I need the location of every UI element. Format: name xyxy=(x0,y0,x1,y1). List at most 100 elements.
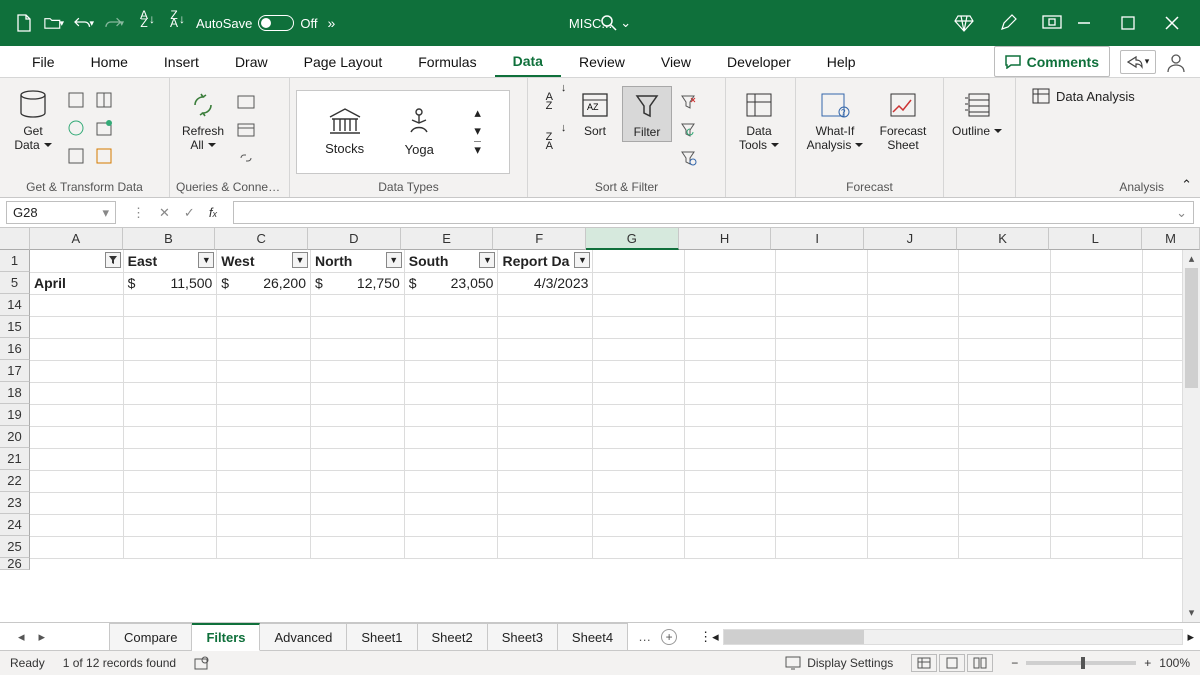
col-header[interactable]: F xyxy=(493,228,586,250)
formula-input[interactable]: ⌄ xyxy=(233,201,1194,224)
data-type-stocks[interactable]: Stocks xyxy=(325,107,364,156)
header-cell[interactable]: Report Da▼ xyxy=(498,250,593,272)
new-file-icon[interactable] xyxy=(14,13,34,33)
undo-icon[interactable]: ▾ xyxy=(74,13,94,33)
tab-formulas[interactable]: Formulas xyxy=(400,46,494,77)
sort-za-icon[interactable]: ZA↓ xyxy=(540,130,564,154)
forecast-sheet-button[interactable]: Forecast Sheet xyxy=(872,86,934,152)
col-header[interactable]: C xyxy=(215,228,308,250)
sheet-next-icon[interactable]: ▸ xyxy=(39,629,46,645)
reapply-icon[interactable] xyxy=(676,118,700,142)
queries-pane-icon[interactable] xyxy=(234,90,258,114)
cell[interactable]: $26,200 xyxy=(217,272,311,294)
header-cell[interactable]: North▼ xyxy=(311,250,405,272)
split-handle-icon[interactable]: ⋮ xyxy=(699,629,712,645)
header-cell[interactable]: East▼ xyxy=(123,250,217,272)
row-header[interactable]: 17 xyxy=(0,360,30,382)
accept-formula-icon[interactable]: ✓ xyxy=(184,205,195,221)
cell[interactable]: $23,050 xyxy=(404,272,498,294)
sheet-tab[interactable]: Filters xyxy=(192,623,260,651)
row-header[interactable]: 25 xyxy=(0,536,30,558)
filter-dropdown-icon[interactable]: ▼ xyxy=(386,252,402,268)
fx-icon[interactable]: fx xyxy=(209,205,217,220)
sheet-tab[interactable]: Advanced xyxy=(260,623,347,650)
cell[interactable]: $12,750 xyxy=(311,272,405,294)
tab-file[interactable]: File xyxy=(14,46,73,77)
restore-icon[interactable] xyxy=(1118,13,1138,33)
col-header[interactable]: K xyxy=(957,228,1050,250)
row-header[interactable]: 15 xyxy=(0,316,30,338)
search-icon[interactable] xyxy=(600,14,618,32)
filter-dropdown-icon[interactable] xyxy=(105,252,121,268)
minimize-icon[interactable] xyxy=(1074,13,1094,33)
sheet-tab[interactable]: Compare xyxy=(110,623,192,650)
col-header[interactable]: L xyxy=(1049,228,1142,250)
sheet-tab[interactable]: Sheet3 xyxy=(488,623,558,650)
row-header[interactable]: 23 xyxy=(0,492,30,514)
col-header[interactable]: M xyxy=(1142,228,1200,250)
data-analysis-button[interactable]: Data Analysis xyxy=(1032,88,1135,104)
row-header[interactable]: 26 xyxy=(0,558,30,570)
normal-view-icon[interactable] xyxy=(911,654,937,672)
col-header[interactable]: E xyxy=(401,228,494,250)
tab-data[interactable]: Data xyxy=(495,46,561,77)
get-data-button[interactable]: Get Data xyxy=(6,86,60,152)
display-settings-button[interactable]: Display Settings xyxy=(785,656,893,670)
toggle-switch-icon[interactable] xyxy=(258,15,294,31)
clear-filter-icon[interactable] xyxy=(676,90,700,114)
cell-area[interactable]: East▼ West▼ North▼ South▼ Report Da▼ Apr… xyxy=(30,250,1200,559)
from-pic-icon[interactable] xyxy=(92,144,116,168)
cell[interactable]: $11,500 xyxy=(123,272,217,294)
sort-desc-icon[interactable]: ZA↓ xyxy=(164,13,184,33)
cell[interactable]: 4/3/2023 xyxy=(498,272,593,294)
filter-dropdown-icon[interactable]: ▼ xyxy=(479,252,495,268)
header-cell[interactable] xyxy=(30,250,123,272)
more-sheets-icon[interactable]: … xyxy=(638,629,651,644)
col-header[interactable]: J xyxy=(864,228,957,250)
tab-insert[interactable]: Insert xyxy=(146,46,217,77)
col-header[interactable]: D xyxy=(308,228,401,250)
comments-button[interactable]: Comments xyxy=(994,46,1110,77)
close-icon[interactable] xyxy=(1162,13,1182,33)
select-all-corner[interactable] xyxy=(0,228,30,250)
col-header[interactable]: I xyxy=(771,228,864,250)
diamond-icon[interactable] xyxy=(954,13,974,33)
zoom-in-icon[interactable]: + xyxy=(1144,656,1151,670)
page-break-view-icon[interactable] xyxy=(967,654,993,672)
present-icon[interactable] xyxy=(1042,13,1062,33)
zoom-slider[interactable] xyxy=(1026,661,1136,665)
row-header[interactable]: 16 xyxy=(0,338,30,360)
tab-home[interactable]: Home xyxy=(73,46,146,77)
qat-overflow-icon[interactable]: » xyxy=(327,15,335,31)
sheet-tab[interactable]: Sheet4 xyxy=(558,623,628,650)
macro-record-icon[interactable] xyxy=(194,656,210,670)
scroll-up-icon[interactable]: ▴ xyxy=(1183,250,1200,268)
row-header[interactable]: 21 xyxy=(0,448,30,470)
gallery-scroll[interactable]: ▴▾▾ xyxy=(474,105,481,158)
scroll-down-icon[interactable]: ▾ xyxy=(1183,604,1200,622)
tab-help[interactable]: Help xyxy=(809,46,874,77)
tab-view[interactable]: View xyxy=(643,46,709,77)
page-layout-view-icon[interactable] xyxy=(939,654,965,672)
scroll-left-icon[interactable]: ◂ xyxy=(712,629,719,645)
filter-dropdown-icon[interactable]: ▼ xyxy=(198,252,214,268)
from-web-icon[interactable] xyxy=(92,88,116,112)
scroll-right-icon[interactable]: ▸ xyxy=(1187,629,1194,645)
col-header[interactable]: G xyxy=(586,228,679,250)
sort-button[interactable]: AZ Sort xyxy=(572,86,618,138)
sheet-tab[interactable]: Sheet2 xyxy=(418,623,488,650)
edit-links-icon[interactable] xyxy=(234,146,258,170)
cell[interactable]: April xyxy=(30,272,123,294)
open-folder-icon[interactable]: ▾ xyxy=(44,13,64,33)
data-types-gallery[interactable]: Stocks Yoga ▴▾▾ xyxy=(296,90,510,174)
zoom-out-icon[interactable]: − xyxy=(1011,656,1018,670)
header-cell[interactable]: West▼ xyxy=(217,250,311,272)
tab-draw[interactable]: Draw xyxy=(217,46,286,77)
col-header[interactable]: H xyxy=(679,228,772,250)
col-header[interactable]: B xyxy=(123,228,216,250)
row-header[interactable]: 18 xyxy=(0,382,30,404)
row-header[interactable]: 19 xyxy=(0,404,30,426)
recent-sources-icon[interactable] xyxy=(92,116,116,140)
name-box[interactable]: G28 ▾ xyxy=(6,201,116,224)
filter-button[interactable]: Filter xyxy=(622,86,672,142)
